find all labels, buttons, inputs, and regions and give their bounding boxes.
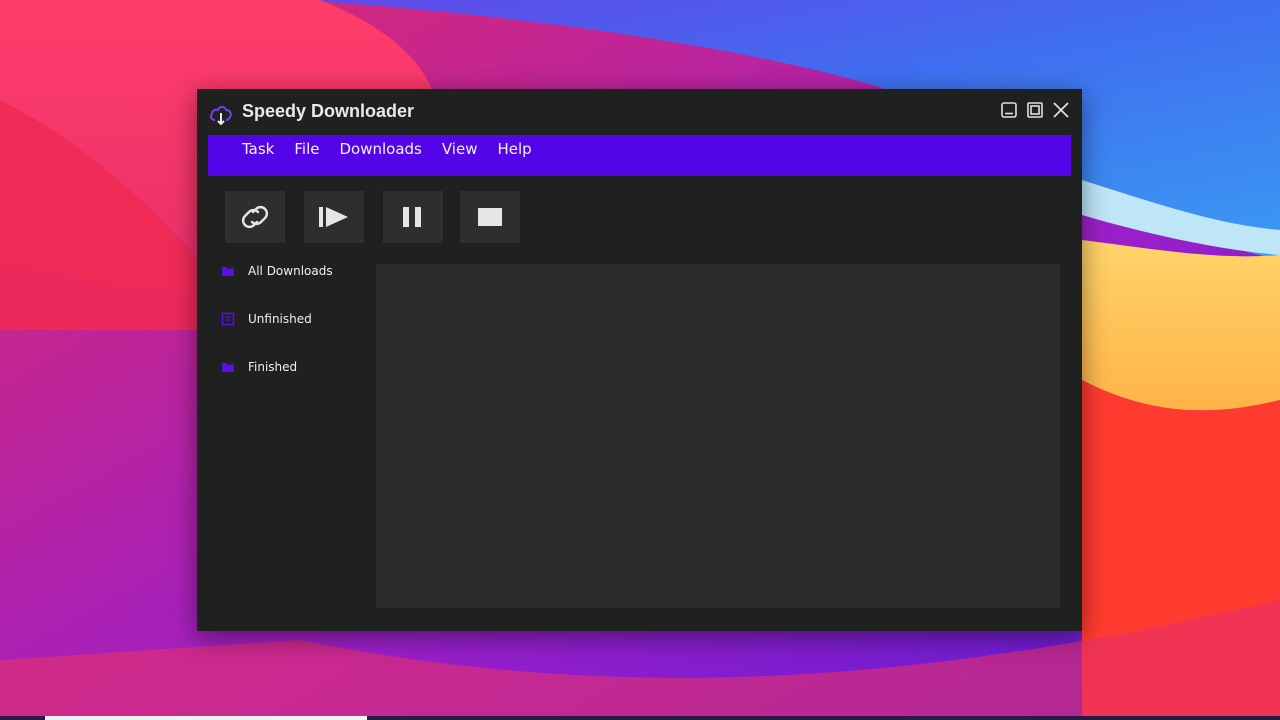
stop-icon [478,208,502,226]
stop-button[interactable] [460,191,520,243]
sidebar-item-label: Unfinished [248,312,312,326]
menu-task[interactable]: Task [242,141,274,158]
folder-icon [222,267,234,276]
link-icon [241,205,269,229]
resume-icon [319,207,348,227]
pause-icon [403,207,421,227]
title-bar[interactable]: Speedy Downloader [197,89,1082,133]
sidebar-item-label: All Downloads [248,264,333,278]
pause-button[interactable] [383,191,443,243]
menu-file[interactable]: File [294,141,319,158]
sidebar-item-all-downloads[interactable]: All Downloads [221,261,333,281]
maximize-icon[interactable] [1026,101,1044,119]
taskbar-highlight [45,716,367,720]
sidebar-item-finished[interactable]: Finished [221,357,297,377]
folder-icon [222,363,234,372]
sidebar-item-label: Finished [248,360,298,374]
add-link-button[interactable] [225,191,285,243]
menu-view[interactable]: View [442,141,478,158]
window-title: Speedy Downloader [242,101,415,121]
close-icon[interactable] [1052,101,1070,119]
menu-help[interactable]: Help [497,141,531,158]
sidebar-item-unfinished[interactable]: Unfinished [221,309,312,329]
downloads-list-pane[interactable] [376,264,1060,608]
app-window: Speedy Downloader Task File Downloads Vi… [197,89,1082,631]
menu-downloads[interactable]: Downloads [339,141,421,158]
menu-bar: Task File Downloads View Help [208,135,1071,176]
cloud-download-icon [210,106,232,126]
pending-icon [221,312,235,326]
resume-button[interactable] [304,191,364,243]
minimize-icon[interactable] [1000,101,1018,119]
